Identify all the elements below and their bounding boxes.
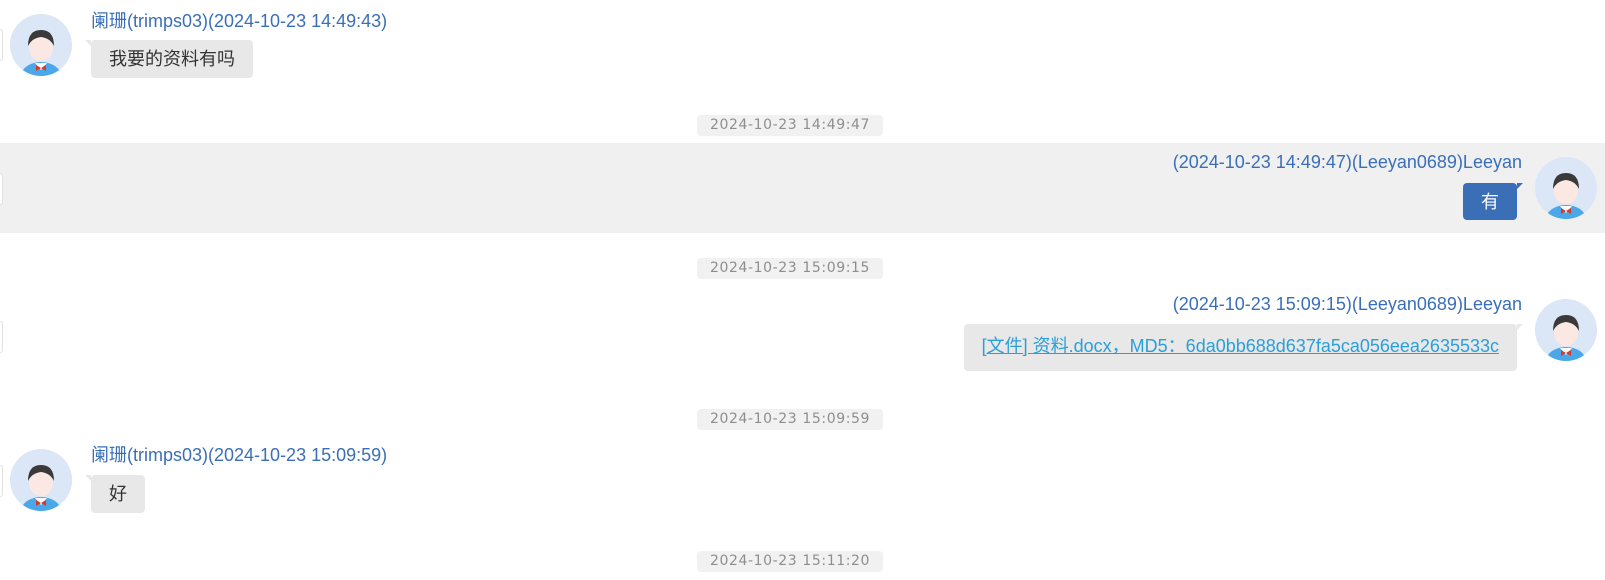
message-bubble[interactable]: 好 [85, 475, 145, 513]
file-link[interactable]: [文件] 资料.docx，MD5：6da0bb688d637fa5ca056ee… [982, 336, 1499, 356]
message-row-outgoing: (2024-10-23 15:09:15)(Leeyan0689)Leeyan … [0, 285, 1605, 385]
sender-name: (2024-10-23 14:49:47)(Leeyan0689)Leeyan [1172, 152, 1522, 172]
user-avatar-icon[interactable] [1535, 157, 1597, 219]
user-avatar-icon[interactable] [10, 14, 72, 76]
chat-history: 阑珊(trimps03)(2024-10-23 14:49:43) 我要的资料有… [0, 0, 1605, 580]
sender-name: (2024-10-23 15:09:15)(Leeyan0689)Leeyan [1172, 294, 1522, 314]
timestamp-separator: 2024-10-23 15:11:20 [697, 551, 883, 572]
sender-name: 阑珊(trimps03)(2024-10-23 14:49:43) [91, 11, 388, 31]
message-bubble[interactable]: 我要的资料有吗 [85, 40, 253, 78]
timestamp-separator: 2024-10-23 15:09:15 [697, 258, 883, 279]
message-select-checkbox[interactable] [0, 321, 3, 353]
timestamp-separator: 2024-10-23 15:09:59 [697, 409, 883, 430]
message-row-incoming: 阑珊(trimps03)(2024-10-23 15:09:59) 好 [0, 435, 1605, 525]
message-row-incoming: 阑珊(trimps03)(2024-10-23 14:49:43) 我要的资料有… [0, 0, 1605, 88]
sender-name: 阑珊(trimps03)(2024-10-23 15:09:59) [91, 445, 388, 465]
user-avatar-icon[interactable] [1535, 299, 1597, 361]
file-message-bubble: [文件] 资料.docx，MD5：6da0bb688d637fa5ca056ee… [963, 324, 1524, 371]
message-bubble[interactable]: 有 [1463, 183, 1523, 220]
message-select-checkbox[interactable] [0, 465, 3, 497]
message-row-outgoing: (2024-10-23 14:49:47)(Leeyan0689)Leeyan … [0, 143, 1605, 233]
message-select-checkbox[interactable] [0, 173, 3, 205]
timestamp-separator: 2024-10-23 14:49:47 [697, 115, 883, 136]
user-avatar-icon[interactable] [10, 449, 72, 511]
message-select-checkbox[interactable] [0, 29, 3, 61]
